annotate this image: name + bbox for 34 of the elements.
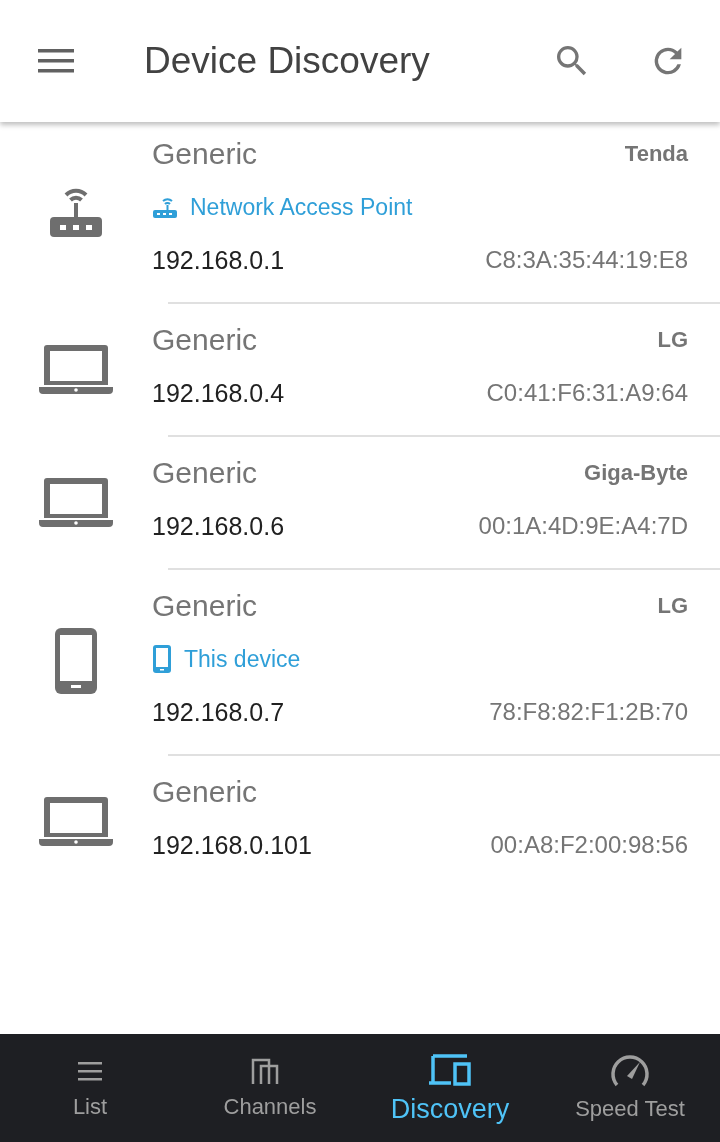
speedometer-icon [609, 1054, 651, 1088]
ip-address: 192.168.0.1 [152, 245, 285, 275]
laptop-icon [39, 475, 113, 528]
device-name: Generic [152, 456, 258, 490]
vendor-name: Giga-Byte [584, 460, 688, 486]
ip-address: 192.168.0.101 [152, 830, 312, 860]
nav-tab[interactable]: Speed Test [540, 1034, 720, 1142]
mac-address: 78:F8:82:F1:2B:70 [489, 698, 688, 726]
mac-address: C8:3A:35:44:19:E8 [485, 246, 688, 274]
nav-tab[interactable]: List [0, 1034, 180, 1142]
ip-address: 192.168.0.7 [152, 697, 285, 727]
nav-tab[interactable]: Channels [180, 1034, 360, 1142]
mac-address: 00:1A:4D:9E:A4:7D [478, 512, 688, 540]
laptop-icon [39, 794, 113, 847]
nav-tab[interactable]: Discovery [360, 1034, 540, 1142]
vendor-name: LG [657, 593, 688, 619]
device-tag: Network Access Point [190, 193, 413, 221]
device-name: Generic [152, 323, 258, 357]
ip-address: 192.168.0.6 [152, 511, 285, 541]
router-icon [152, 196, 178, 218]
mac-address: 00:A8:F2:00:98:56 [490, 831, 688, 859]
phone-icon [54, 627, 98, 695]
ip-address: 192.168.0.4 [152, 378, 285, 408]
device-name: Generic [152, 137, 258, 171]
mac-address: C0:41:F6:31:A9:64 [486, 379, 688, 407]
vendor-name: LG [657, 327, 688, 353]
laptop-icon [39, 342, 113, 395]
device-name: Generic [152, 589, 258, 623]
screen-title: Device Discovery [144, 40, 431, 82]
devices-icon [427, 1051, 473, 1086]
vendor-name: Tenda [624, 141, 688, 167]
device-tag: This device [184, 645, 301, 673]
device-name: Generic [152, 775, 258, 809]
phone-icon [152, 644, 172, 674]
